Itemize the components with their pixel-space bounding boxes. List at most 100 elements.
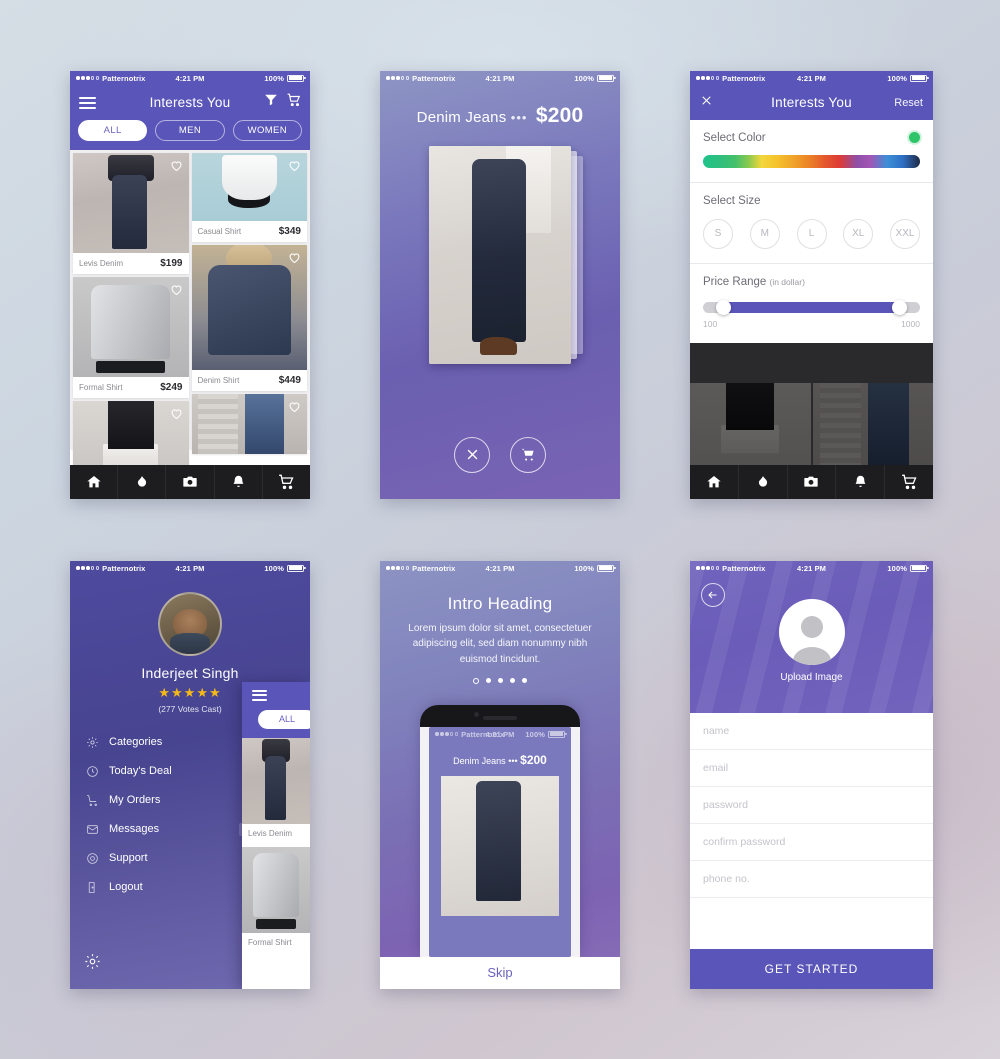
menu-item-label: My Orders xyxy=(109,794,161,806)
name-field[interactable]: name xyxy=(690,713,933,750)
detail-actions xyxy=(380,436,620,473)
product-card[interactable]: Formal Shirt xyxy=(242,846,310,952)
battery-icon xyxy=(548,730,567,738)
product-card[interactable] xyxy=(191,393,307,454)
page-dot[interactable] xyxy=(486,678,491,683)
favorite-icon[interactable] xyxy=(169,282,184,297)
signup-header: Patternotrix 4:21 PM 100% Upload Image xyxy=(690,560,933,713)
cart-icon[interactable] xyxy=(287,93,301,112)
product-price: $199 xyxy=(160,257,183,269)
product-price: $349 xyxy=(278,225,301,237)
add-to-cart-button[interactable] xyxy=(510,436,546,473)
filter-section-color: Select Color xyxy=(690,120,933,183)
get-started-button[interactable]: GET STARTED xyxy=(690,948,933,989)
screen-intro: Patternotrix 4:21 PM 100% Intro Heading … xyxy=(380,560,620,989)
battery-icon xyxy=(597,564,616,572)
product-title-row: Denim Jeans ••• $200 xyxy=(380,86,620,128)
email-field[interactable]: email xyxy=(690,750,933,787)
segment-all[interactable]: ALL xyxy=(78,119,148,141)
tab-home[interactable] xyxy=(70,464,119,499)
favorite-icon[interactable] xyxy=(169,406,184,421)
size-option-xl[interactable]: XL xyxy=(843,218,874,249)
product-card[interactable]: Formal Shirt $249 xyxy=(73,276,189,398)
size-option-s[interactable]: S xyxy=(703,218,733,249)
field-placeholder: phone no. xyxy=(703,872,750,885)
field-placeholder: email xyxy=(703,761,729,774)
password-field[interactable]: password xyxy=(690,787,933,824)
gear-icon[interactable] xyxy=(84,953,101,975)
phone-field[interactable]: phone no. xyxy=(690,861,933,898)
funnel-icon[interactable] xyxy=(264,93,278,112)
product-card-stack[interactable] xyxy=(429,145,583,364)
product-card[interactable]: Denim Shirt $449 xyxy=(191,244,307,391)
color-slider[interactable] xyxy=(703,154,920,168)
selected-color-swatch xyxy=(909,132,920,143)
product-name: Formal Shirt xyxy=(248,937,292,947)
screen-filter: Patternotrix 4:21 PM 100% Interests You … xyxy=(690,70,933,499)
close-icon[interactable] xyxy=(700,94,713,112)
page-dot-active[interactable] xyxy=(473,678,479,684)
product-price: $200 xyxy=(520,752,547,767)
status-bar: Patternotrix 4:21 PM 100% xyxy=(690,70,933,86)
product-price: $200 xyxy=(535,103,584,127)
avatar-placeholder-icon[interactable] xyxy=(778,598,845,665)
status-bar: Patternotrix 4:21 PM 100% xyxy=(690,561,933,576)
stack-card-front[interactable] xyxy=(429,145,571,364)
tab-home[interactable] xyxy=(690,464,739,499)
reset-button[interactable]: Reset xyxy=(894,97,923,109)
page-dot[interactable] xyxy=(498,678,503,683)
confirm-password-field[interactable]: confirm password xyxy=(690,824,933,861)
close-button[interactable] xyxy=(454,436,490,473)
segment-women[interactable]: WOMEN xyxy=(232,119,302,141)
segment-men[interactable]: MEN xyxy=(155,119,225,141)
filter-section-price: Price Range (in dollar) 100 1000 xyxy=(690,264,933,343)
product-name: Formal Shirt xyxy=(79,382,123,392)
status-bar: Patternotrix 4:21 PM 100% xyxy=(429,727,571,742)
size-option-l[interactable]: L xyxy=(796,218,827,249)
hamburger-icon[interactable] xyxy=(252,689,267,701)
size-option-m[interactable]: M xyxy=(749,218,780,249)
title-separator: ••• xyxy=(508,755,518,766)
slider-fill xyxy=(720,301,903,313)
price-range-slider[interactable] xyxy=(703,299,920,315)
price-range-unit: (in dollar) xyxy=(769,276,805,287)
avatar[interactable] xyxy=(158,591,222,656)
battery-icon xyxy=(910,564,929,572)
peek-nav-bar: ALL xyxy=(242,681,310,738)
product-card[interactable]: Levis Denim $199 xyxy=(73,152,189,274)
slider-knob-min[interactable] xyxy=(716,299,732,315)
product-card[interactable]: Levis Denim xyxy=(242,737,310,843)
clock-label: 4:21 PM xyxy=(175,563,205,573)
select-size-label: Select Size xyxy=(703,194,761,207)
size-option-xxl[interactable]: XXL xyxy=(890,218,920,249)
product-card[interactable]: Casual Shirt $349 xyxy=(191,152,307,242)
avatar-upload[interactable]: Upload Image xyxy=(690,598,933,683)
filter-panel: Select Color Select Size S M L XL XXL Pr… xyxy=(690,119,933,343)
tab-trending[interactable] xyxy=(118,464,167,499)
favorite-icon[interactable] xyxy=(287,250,302,265)
product-price: $449 xyxy=(278,374,301,386)
tab-notifications[interactable] xyxy=(215,464,263,499)
status-bar: Patternotrix 4:21 PM 100% xyxy=(70,561,310,576)
earpiece-speaker xyxy=(483,715,517,720)
mockup-product-photo xyxy=(441,775,559,916)
tab-camera[interactable] xyxy=(166,464,215,499)
field-placeholder: name xyxy=(703,724,730,737)
favorite-icon[interactable] xyxy=(169,158,184,173)
page-dot[interactable] xyxy=(522,678,527,683)
tab-trending[interactable] xyxy=(739,464,788,499)
tab-cart[interactable] xyxy=(885,465,933,499)
menu-item-label: Logout xyxy=(109,881,143,893)
hamburger-icon[interactable] xyxy=(79,96,96,109)
tab-camera[interactable] xyxy=(788,464,837,499)
skip-button[interactable]: Skip xyxy=(380,956,620,989)
drawer-peek-content[interactable]: ALL Levis Denim Formal Shirt xyxy=(242,681,310,989)
tab-cart[interactable] xyxy=(263,465,310,499)
tab-notifications[interactable] xyxy=(836,464,886,499)
favorite-icon[interactable] xyxy=(287,399,302,414)
favorite-icon[interactable] xyxy=(287,158,302,173)
segment-all[interactable]: ALL xyxy=(258,709,310,729)
slider-knob-max[interactable] xyxy=(891,299,907,315)
page-dot[interactable] xyxy=(510,678,515,683)
clock-label: 4:21 PM xyxy=(485,563,515,573)
